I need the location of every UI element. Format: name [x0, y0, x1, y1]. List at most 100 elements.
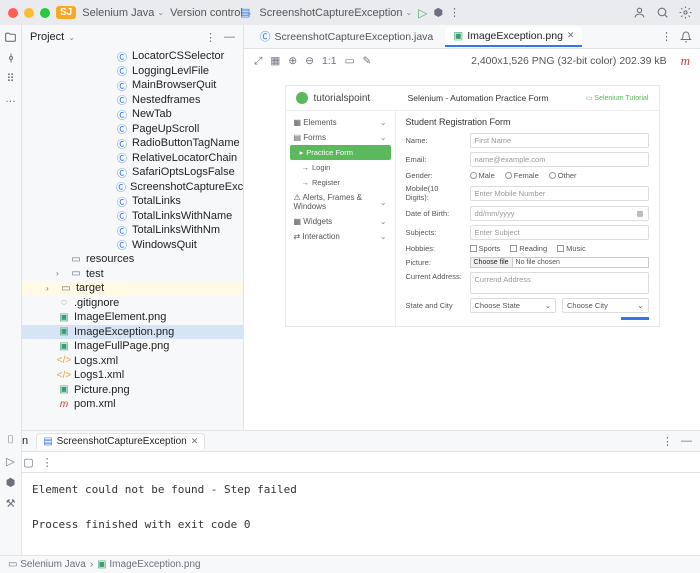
- zoom-in-icon[interactable]: ⊕: [288, 55, 297, 67]
- tree-file: ▣Picture.png: [22, 383, 243, 398]
- zoom-window-icon[interactable]: [40, 8, 50, 18]
- more-icon[interactable]: ⋮: [449, 6, 460, 19]
- project-badge: SJ: [56, 6, 76, 19]
- tree-class: ⒸWindowsQuit: [22, 238, 243, 253]
- class-icon: Ⓒ: [116, 237, 128, 252]
- page-title: Selenium - Automation Practice Form: [376, 93, 580, 103]
- editor-tab[interactable]: ⒸScreenshotCaptureException.java: [252, 26, 441, 47]
- minimize-window-icon[interactable]: [24, 8, 34, 18]
- debug-icon[interactable]: ⬢: [433, 6, 443, 19]
- zoom-fit-icon[interactable]: ⤢: [254, 55, 262, 68]
- chevron-right-icon: ›: [90, 559, 93, 570]
- chevron-right-icon[interactable]: ›: [46, 284, 56, 293]
- chevron-down-icon: ⌄: [406, 8, 413, 17]
- structure-toolwindow-icon[interactable]: ⠿: [6, 72, 14, 85]
- image-info: 2,400x1,526 PNG (32-bit color) 202.39 kB: [471, 55, 667, 67]
- project-toolwindow-icon[interactable]: [4, 31, 17, 44]
- zoom-ratio[interactable]: 1:1: [322, 55, 337, 67]
- class-icon: Ⓒ: [116, 92, 128, 107]
- image-icon: ▣: [58, 384, 70, 395]
- tree-class: ⒸPageUpScroll: [22, 122, 243, 137]
- class-icon: Ⓒ: [116, 223, 128, 238]
- tree-file: </>Logs1.xml: [22, 368, 243, 383]
- class-icon: Ⓒ: [116, 78, 128, 93]
- project-selector[interactable]: Selenium Java⌄: [82, 7, 164, 19]
- class-icon: Ⓒ: [116, 49, 128, 64]
- debug-icon[interactable]: ⬢: [6, 476, 16, 489]
- label: Mobile(10 Digits):: [406, 184, 464, 202]
- breadcrumb-file[interactable]: ▣ ImageException.png: [97, 559, 200, 570]
- notifications-icon[interactable]: [680, 31, 692, 43]
- tree-file-selected: ▣ImageException.png: [22, 325, 243, 340]
- maven-indicator-icon[interactable]: m: [681, 53, 690, 69]
- grid-icon[interactable]: ▦: [270, 55, 280, 67]
- run-icon[interactable]: ▷: [418, 6, 427, 20]
- class-icon: Ⓒ: [116, 121, 128, 136]
- more-icon[interactable]: ⋮: [42, 456, 53, 469]
- nav-item: →Register: [286, 175, 395, 190]
- project-tree[interactable]: ⒸLocatorCSSelector ⒸLoggingLevlFile ⒸMai…: [22, 49, 243, 430]
- select: Choose City⌄: [562, 298, 649, 313]
- sidebar-title: Project: [30, 31, 64, 43]
- sidebar-hide-icon[interactable]: —: [224, 31, 235, 43]
- breadcrumb-root[interactable]: ▭ Selenium Java: [8, 559, 86, 570]
- pencil-icon[interactable]: ✎: [362, 55, 371, 67]
- commit-toolwindow-icon[interactable]: [5, 52, 17, 64]
- tree-class: ⒸTotalLinksWithName: [22, 209, 243, 224]
- editor-tabs: ⒸScreenshotCaptureException.java ▣ImageE…: [244, 25, 700, 49]
- form-title: Student Registration Form: [406, 117, 649, 127]
- hide-icon[interactable]: —: [681, 435, 692, 447]
- window-controls[interactable]: [8, 8, 50, 18]
- run-config-icon: ▤: [43, 436, 52, 447]
- tree-folder: ›▭test: [22, 267, 243, 282]
- close-tab-icon[interactable]: ✕: [567, 30, 575, 41]
- build-icon[interactable]: ⚒: [6, 497, 16, 510]
- tutorial-link: ▭ Selenium Tutorial: [586, 94, 649, 102]
- tab-options-icon[interactable]: ⋮: [661, 30, 672, 43]
- class-icon: Ⓒ: [116, 179, 126, 194]
- brand-name: tutorialspoint: [314, 93, 371, 104]
- console-output[interactable]: Element could not be found - Step failed…: [22, 473, 700, 560]
- maven-icon: m: [58, 399, 70, 410]
- close-icon[interactable]: ✕: [191, 436, 199, 447]
- chevron-down-icon: ⌄: [68, 33, 75, 42]
- input: First Name: [470, 133, 649, 148]
- label: Gender:: [406, 171, 464, 180]
- search-icon[interactable]: [656, 6, 669, 19]
- image-preview: tutorialspoint Selenium - Automation Pra…: [244, 73, 700, 430]
- close-window-icon[interactable]: [8, 8, 18, 18]
- label: Hobbies:: [406, 244, 464, 253]
- project-sidebar-header[interactable]: Project ⌄ ⋮ —: [22, 25, 243, 49]
- class-icon: Ⓒ: [116, 136, 128, 151]
- color-picker-icon[interactable]: ▭: [345, 55, 355, 67]
- editor-tab-active[interactable]: ▣ImageException.png✕: [445, 27, 582, 47]
- accordion-item: ▦ Widgets⌄: [286, 214, 395, 229]
- zoom-out-icon[interactable]: ⊖: [305, 55, 314, 67]
- tree-file: ◌.gitignore: [22, 296, 243, 311]
- image-icon: ▣: [58, 326, 70, 337]
- image-icon: ▣: [58, 312, 70, 323]
- run-config-selector[interactable]: ▤ ScreenshotCaptureException⌄: [240, 6, 412, 19]
- gear-icon[interactable]: [679, 6, 692, 19]
- run-tab[interactable]: ▤ScreenshotCaptureException✕: [36, 433, 205, 449]
- input: Enter Mobile Number: [470, 186, 649, 201]
- tree-class: ⒸTotalLinksWithNm: [22, 223, 243, 238]
- xml-icon: </>: [58, 370, 70, 381]
- editor-area: ⒸScreenshotCaptureException.java ▣ImageE…: [244, 25, 700, 430]
- run-options-icon[interactable]: ⋮: [662, 435, 673, 448]
- sidebar-more-icon[interactable]: ⋮: [205, 31, 216, 44]
- stop-icon[interactable]: ▢: [23, 456, 33, 469]
- chevron-right-icon[interactable]: ›: [56, 269, 66, 278]
- tree-class: ⒸTotalLinks: [22, 194, 243, 209]
- tree-class: ⒸMainBrowserQuit: [22, 78, 243, 93]
- input: name@example.com: [470, 152, 649, 167]
- toolwindow-gutter: ⠿ …: [0, 25, 22, 430]
- class-icon: Ⓒ: [116, 150, 128, 165]
- terminal-icon[interactable]: ⌷: [7, 434, 14, 447]
- status-bar: ▭ Selenium Java › ▣ ImageException.png: [0, 555, 700, 573]
- more-toolwindows-icon[interactable]: …: [5, 93, 16, 105]
- class-icon: Ⓒ: [116, 194, 128, 209]
- user-icon[interactable]: [633, 6, 646, 19]
- tree-class: ⒸScreenshotCaptureException: [22, 180, 243, 195]
- run-icon[interactable]: ▷: [6, 455, 14, 468]
